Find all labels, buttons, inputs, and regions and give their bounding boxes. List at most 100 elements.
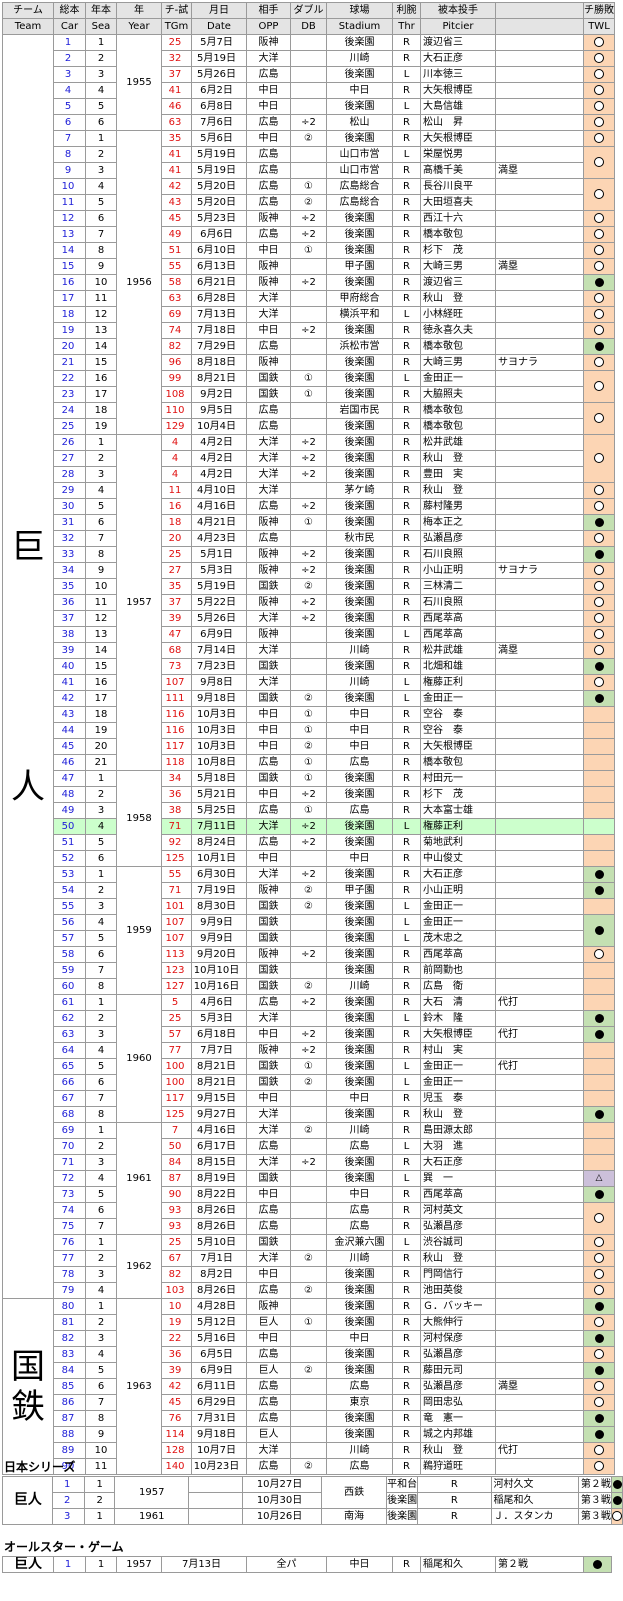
stadium: 後楽園 xyxy=(326,594,393,611)
game-date: 10月10日 xyxy=(191,962,247,979)
career-number: 16 xyxy=(53,274,86,291)
team-game-number: 93 xyxy=(161,1202,192,1219)
table-row: 巨人 1 1 1957 7月13日 全パ 中日 R 稲尾和久 第２戦 xyxy=(2,1556,612,1573)
season-number: 2 xyxy=(85,786,117,803)
opponent: 国鉄 xyxy=(246,690,291,707)
team-result xyxy=(583,978,615,995)
opponent: 阪神 xyxy=(246,210,291,227)
stadium: 後楽園 xyxy=(326,866,393,883)
team-result xyxy=(583,626,615,643)
team-game-number: 4 xyxy=(161,450,192,467)
stadium: 後楽園 xyxy=(326,946,393,963)
season-number: 8 xyxy=(85,1106,117,1123)
career-number: 70 xyxy=(53,1138,86,1155)
season-number: 21 xyxy=(85,754,117,771)
season-number: 5 xyxy=(85,194,117,211)
game-date: 5月20日 xyxy=(191,194,247,211)
season-number: 14 xyxy=(85,338,117,355)
team-result xyxy=(583,818,615,835)
career-number: 15 xyxy=(53,258,86,275)
game-date: 5月19日 xyxy=(191,162,247,179)
opponent: 大洋 xyxy=(246,1154,291,1171)
doubleheader: ① xyxy=(290,722,327,739)
doubleheader xyxy=(290,914,327,931)
table-row: 20 14 82 7月29日 広島 浜松市営 R 橋本敬包 xyxy=(3,338,615,355)
team-result xyxy=(583,1346,615,1363)
career-number: 11 xyxy=(53,194,86,211)
table-row: 53 1 1959 55 6月30日 大洋 ÷2 後楽園 R 大石正彦 xyxy=(3,866,615,995)
opponent: 大洋 xyxy=(246,642,291,659)
header-cell: 球場 xyxy=(326,2,393,19)
throwing-arm: R xyxy=(392,1090,421,1107)
team-game-number: 49 xyxy=(161,226,192,243)
team-result xyxy=(583,210,615,227)
team-result xyxy=(583,50,615,67)
game-date: 5月1日 xyxy=(191,546,247,563)
career-number: 28 xyxy=(53,466,86,483)
throwing-arm: R xyxy=(392,418,421,435)
career-number: 69 xyxy=(53,1122,86,1139)
career-number: 3 xyxy=(52,1508,85,1525)
game-date: 5月19日 xyxy=(191,50,247,67)
season-number: 5 xyxy=(85,1362,117,1379)
table-row: 3 1 1961 10月26日 南海 後楽園 R Ｊ．スタンカ 第３戦 xyxy=(3,1508,623,1525)
team-result xyxy=(583,706,615,723)
career-number: 87 xyxy=(53,1410,86,1427)
table-row: 72 4 87 8月19日 国鉄 後楽園 L 巽 一 △ xyxy=(3,1170,615,1187)
throwing-arm: R xyxy=(392,1362,421,1379)
table-row: 18 12 69 7月13日 大洋 横浜平和 L 小林経旺 xyxy=(3,306,615,323)
stadium: 後楽園 xyxy=(326,1282,393,1299)
open-circle-icon xyxy=(594,53,604,63)
pitcher: 藤田元司 xyxy=(420,1362,496,1379)
team-game-number: 84 xyxy=(161,1154,192,1171)
throwing-arm: R xyxy=(392,594,421,611)
season-number: 16 xyxy=(85,370,117,387)
team-game-number: 41 xyxy=(161,82,192,99)
table-row: 28 3 4 4月2日 大洋 ÷2 後楽園 R 豊田 実 xyxy=(3,466,615,483)
pitcher: 児玉 泰 xyxy=(420,1090,496,1107)
team-game-number: 42 xyxy=(161,1378,192,1395)
note xyxy=(495,1154,584,1171)
season-number: 4 xyxy=(85,178,117,195)
open-circle-icon xyxy=(594,1461,604,1471)
allstar-title: オールスター・ゲーム xyxy=(4,1540,124,1554)
table-row: 35 10 35 5月19日 国鉄 ② 後楽園 R 三林清二 xyxy=(3,578,615,595)
opponent: 中日 xyxy=(246,1330,291,1347)
throwing-arm: R xyxy=(392,786,421,803)
pitcher: 秋山 登 xyxy=(420,1106,496,1123)
stadium: 広島 xyxy=(326,1138,393,1155)
stadium: 平和台 xyxy=(386,1476,419,1493)
team-result xyxy=(583,226,615,243)
career-number: 64 xyxy=(53,1042,86,1059)
career-number: 86 xyxy=(53,1394,86,1411)
team-game-number: 103 xyxy=(161,1282,192,1299)
note: 満塁 xyxy=(495,642,584,659)
game-date: 7月23日 xyxy=(191,658,247,675)
note xyxy=(495,242,584,259)
throwing-arm: R xyxy=(392,1026,421,1043)
season-number: 6 xyxy=(85,514,117,531)
pitcher: 稲尾和久 xyxy=(420,1556,496,1573)
game-date: 8月2日 xyxy=(191,1266,247,1283)
pitcher: 稲尾和久 xyxy=(490,1492,579,1509)
stadium: 後楽園 xyxy=(326,610,393,627)
pitcher: Ｇ．バッキー xyxy=(420,1298,496,1315)
doubleheader xyxy=(290,1298,327,1315)
opponent: 中日 xyxy=(246,130,291,147)
doubleheader: ① xyxy=(290,770,327,787)
open-circle-icon xyxy=(594,629,604,639)
stadium: 後楽園 xyxy=(326,626,393,643)
stadium: 後楽園 xyxy=(326,898,393,915)
team-game-number: 4 xyxy=(161,466,192,483)
filled-circle-icon xyxy=(594,925,604,935)
stadium: 後楽園 xyxy=(326,770,393,787)
game-date: 9月8日 xyxy=(191,674,247,691)
table-row: 78 3 82 8月2日 中日 後楽園 R 門岡信行 xyxy=(3,1266,615,1283)
pitcher: 徳永喜久夫 xyxy=(420,322,496,339)
doubleheader xyxy=(290,674,327,691)
note xyxy=(495,1122,584,1139)
open-circle-icon xyxy=(594,1237,604,1247)
table-row: 42 17 111 9月18日 国鉄 ② 後楽園 L 金田正一 xyxy=(3,690,615,707)
header-cell: Thr xyxy=(392,18,421,35)
team-game-number: 19 xyxy=(161,1314,192,1331)
